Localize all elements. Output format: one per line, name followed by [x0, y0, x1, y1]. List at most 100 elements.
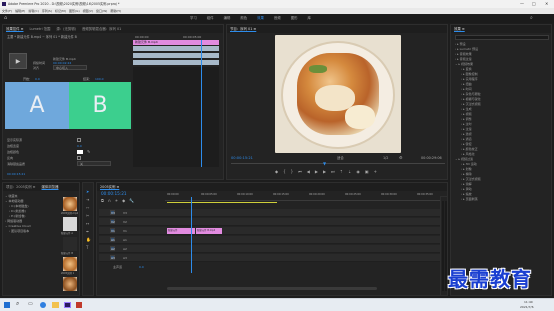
antialias-dropdown[interactable]: 关	[77, 161, 111, 166]
in-point-icon[interactable]: {	[283, 169, 286, 174]
wrench-icon[interactable]: ⚙	[399, 155, 403, 160]
track-a3-toggle[interactable]: A3	[110, 255, 115, 260]
play-transition-icon[interactable]: ▶	[16, 58, 21, 65]
play-icon[interactable]: ▶	[315, 169, 318, 174]
selection-tool-icon[interactable]: ➤	[86, 189, 89, 194]
tab-project[interactable]: 项目：2005实例 ≡	[3, 183, 39, 191]
workspace-audio[interactable]: 音频	[274, 16, 281, 20]
tab-effect-controls[interactable]: 效果控件 ≡	[3, 25, 26, 33]
work-area-bar[interactable]	[167, 202, 277, 203]
razor-tool-icon[interactable]: ✂	[86, 213, 89, 218]
show-actual-checkbox[interactable]	[77, 138, 81, 142]
menu-clip[interactable]: 剪辑(C)	[28, 9, 38, 13]
menu-marker[interactable]: 标记(M)	[55, 9, 66, 13]
workspace-effects[interactable]: 效果	[257, 16, 264, 20]
add-button-icon[interactable]: +	[374, 169, 377, 174]
marker-icon[interactable]: ◆	[275, 169, 278, 174]
snap-icon[interactable]: ∩	[108, 198, 111, 203]
export-frame-icon[interactable]: ◉	[356, 169, 360, 174]
workspace-learn[interactable]: 学习	[190, 16, 197, 20]
workspace-assembly[interactable]: 组件	[207, 16, 214, 20]
insert-nest-icon[interactable]: ⧉	[101, 198, 104, 203]
workspace-color[interactable]: 颜色	[240, 16, 247, 20]
track-a1-toggle[interactable]: A1	[110, 237, 115, 242]
lift-icon[interactable]: ⇡	[340, 169, 343, 174]
track-v1-toggle[interactable]: V1	[110, 228, 115, 233]
go-to-in-icon[interactable]: ⏮	[298, 169, 302, 174]
taskbar-explorer-icon[interactable]	[52, 302, 59, 308]
eyedropper-icon[interactable]: ✎	[87, 149, 90, 154]
tree-team-projects[interactable]: › 团队项目版本	[5, 229, 55, 234]
linked-selection-icon[interactable]: ⚭	[115, 198, 118, 203]
end-value[interactable]: 100.0	[95, 77, 104, 81]
ripple-edit-tool-icon[interactable]: ⇿	[86, 205, 89, 210]
start-value[interactable]: 0.0	[35, 77, 40, 81]
go-to-out-icon[interactable]: ⏭	[331, 169, 335, 174]
type-tool-icon[interactable]: T	[86, 245, 88, 250]
hand-tool-icon[interactable]: ✋	[86, 237, 91, 242]
tab-audio-mixer[interactable]: 音频剪辑混合器：序列 01	[79, 25, 124, 33]
track-v3-toggle[interactable]: V3	[110, 210, 115, 215]
ec-mini-clip-d[interactable]	[133, 60, 219, 65]
slip-tool-icon[interactable]: ↔	[86, 221, 89, 226]
search-icon[interactable]: ⌕	[530, 15, 533, 21]
track-select-tool-icon[interactable]: ⇥	[86, 197, 89, 202]
program-timecode[interactable]: 00:00:15:21	[231, 156, 253, 160]
minimize-button[interactable]: —	[520, 1, 524, 6]
menu-graphics[interactable]: 图形(G)	[69, 9, 80, 13]
timeline-timecode[interactable]: 00:00:15:21	[101, 191, 127, 196]
track-v2-toggle[interactable]: V2	[110, 219, 115, 224]
menu-sequence[interactable]: 序列(S)	[42, 9, 52, 13]
media-thumb-2[interactable]	[63, 217, 77, 231]
media-thumb-1[interactable]	[63, 197, 77, 211]
reverse-checkbox[interactable]	[77, 156, 81, 160]
alignment-dropdown[interactable]: 中心切入	[53, 65, 87, 70]
menu-file[interactable]: 文件(F)	[2, 9, 12, 13]
step-back-icon[interactable]: ◀	[307, 169, 310, 174]
workspace-libraries[interactable]: 库	[307, 16, 310, 20]
taskbar-browser-icon[interactable]	[40, 302, 46, 308]
border-width-value[interactable]: 0.0	[77, 144, 82, 148]
timeline-ruler[interactable]: 00:00:00 00:00:05:00 00:00:10:00 00:00:1…	[165, 193, 445, 201]
program-scrubber[interactable]	[231, 163, 445, 164]
close-button[interactable]: ✕	[545, 1, 548, 6]
home-icon[interactable]: ⌂	[4, 15, 7, 21]
program-page[interactable]: 1/2	[383, 156, 388, 160]
add-marker-icon[interactable]: ◆	[122, 198, 125, 203]
menu-view[interactable]: 视图(V)	[83, 9, 93, 13]
tab-lumetri-scopes[interactable]: Lumetri 范围	[26, 25, 53, 33]
ec-playhead[interactable]	[201, 40, 202, 167]
taskbar-premiere-icon[interactable]	[64, 302, 71, 308]
tab-program[interactable]: 节目：序列 01 ≡	[227, 25, 259, 33]
tab-media-browser[interactable]: 媒体浏览器	[39, 183, 62, 191]
task-view-icon[interactable]: ▭	[28, 301, 33, 307]
step-forward-icon[interactable]: ▶	[323, 169, 326, 174]
timeline-playhead[interactable]	[191, 197, 192, 273]
timeline-hscroll[interactable]	[167, 287, 377, 290]
effects-search[interactable]	[455, 35, 549, 40]
menu-help[interactable]: 帮助(H)	[110, 9, 121, 13]
maximize-button[interactable]: □	[532, 1, 536, 6]
ec-mini-clip-a[interactable]: 新建元件 B.mp4	[133, 40, 219, 45]
tab-sequence[interactable]: 2005实例 ≡	[97, 183, 122, 191]
windows-start-icon[interactable]	[4, 302, 10, 308]
program-playhead-icon[interactable]: ▼	[323, 161, 326, 166]
media-thumb-4[interactable]	[63, 257, 77, 271]
workspace-graphics[interactable]: 图形	[291, 16, 298, 20]
track-a2-toggle[interactable]: A2	[110, 246, 115, 251]
tab-effects[interactable]: 效果 ≡	[451, 25, 468, 33]
timeline-settings-icon[interactable]: 🔧	[129, 198, 134, 203]
extract-icon[interactable]: ⇣	[348, 169, 351, 174]
program-fit[interactable]: 适合	[337, 156, 344, 160]
effects-item-page-peel[interactable]: › ▸ 页面剥落	[453, 197, 551, 202]
ec-mini-clip-c[interactable]	[133, 53, 219, 58]
comparison-view-icon[interactable]: ▣	[365, 169, 369, 174]
media-thumb-3[interactable]	[63, 237, 77, 251]
taskbar-search-icon[interactable]: ⌕	[16, 300, 19, 308]
pen-tool-icon[interactable]: ✒	[86, 229, 89, 234]
tab-source[interactable]: 源：(无剪辑)	[53, 25, 79, 33]
border-color-swatch[interactable]	[77, 150, 83, 154]
clip-b[interactable]: 新建元件 B.mp4	[196, 228, 222, 234]
menu-window[interactable]: 窗口(W)	[96, 9, 107, 13]
ec-mini-clip-b[interactable]	[133, 46, 219, 51]
